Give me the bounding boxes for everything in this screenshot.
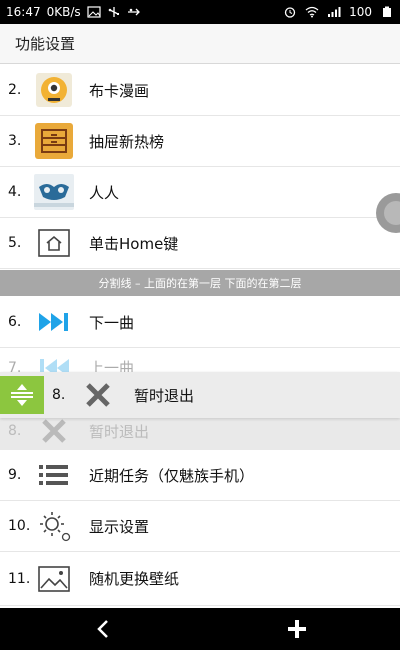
list-item[interactable]: 10. 显示设置: [0, 501, 400, 552]
buka-app-icon: [33, 72, 75, 108]
usb-icon: [108, 7, 119, 17]
list-item-number: 8.: [8, 423, 22, 439]
renren-app-icon: [33, 174, 75, 210]
list-item[interactable]: 4. 人人: [0, 167, 400, 218]
list-item-label: 暂时退出: [134, 386, 195, 405]
plus-icon: [288, 620, 306, 638]
layer-divider-text: 分割线 – 上面的在第一层 下面的在第二层: [98, 277, 302, 290]
list-item-label: 下一曲: [89, 313, 135, 332]
list-item-number: 10.: [8, 518, 31, 534]
list-item[interactable]: 6. 下一曲: [0, 297, 400, 348]
image-icon: [87, 6, 101, 18]
list-item-number: 3.: [8, 133, 22, 149]
list-item-label: 抽屉新热榜: [89, 132, 165, 151]
page-title: 功能设置: [15, 35, 76, 53]
drag-handle-icon[interactable]: [0, 376, 44, 414]
list-item[interactable]: 5. 单击Home键: [0, 218, 400, 269]
list-item-number: 6.: [8, 314, 22, 330]
battery-level: 100: [349, 5, 372, 19]
battery-icon: [383, 6, 391, 17]
next-track-icon: [33, 304, 75, 340]
list-item-number: 2.: [8, 82, 22, 98]
dragging-list-item[interactable]: 8. 暂时退出: [0, 372, 400, 418]
wallpaper-icon: [33, 561, 75, 597]
status-network-speed: 0KB/s: [46, 5, 81, 19]
list-item-number: 5.: [8, 235, 22, 251]
close-icon: [78, 381, 118, 409]
usb-debug-icon: [127, 8, 140, 16]
list-item-number: 11.: [8, 570, 31, 587]
wifi-icon: [305, 6, 319, 18]
list-item-number: 9.: [8, 467, 22, 483]
brightness-settings-icon: [33, 508, 75, 544]
list-item-number: 8.: [52, 387, 66, 403]
list-item-label: 显示设置: [89, 517, 150, 536]
list-icon: [33, 457, 75, 493]
page-header: 功能设置: [0, 24, 400, 64]
back-button[interactable]: [88, 614, 118, 644]
list-item[interactable]: 3. 抽屉新热榜: [0, 116, 400, 167]
drawer-app-icon: [33, 123, 75, 159]
signal-icon: [328, 7, 341, 17]
list-item-label: 随机更换壁纸: [89, 570, 180, 588]
back-arrow-icon: [97, 620, 108, 638]
list-item-number: 4.: [8, 184, 22, 200]
list-item[interactable]: 2. 布卡漫画: [0, 65, 400, 116]
close-icon: [33, 417, 75, 445]
list-item-label: 暂时退出: [89, 422, 150, 441]
list-item-label: 单击Home键: [89, 234, 179, 253]
status-bar: 16:47 0KB/s 100: [0, 0, 400, 24]
navigation-bar: [0, 608, 400, 650]
list-item-label: 近期任务（仅魅族手机）: [89, 466, 255, 485]
alarm-icon: [284, 7, 296, 18]
layer-divider: 分割线 – 上面的在第一层 下面的在第二层: [0, 270, 400, 296]
list-item-label: 布卡漫画: [89, 81, 150, 100]
status-time: 16:47: [6, 5, 41, 19]
list-item-label: 人人: [89, 183, 120, 202]
list-item[interactable]: 9. 近期任务（仅魅族手机）: [0, 450, 400, 501]
list-item[interactable]: 11. 随机更换壁纸: [0, 552, 400, 606]
add-button[interactable]: [282, 614, 312, 644]
home-icon: [33, 225, 75, 261]
